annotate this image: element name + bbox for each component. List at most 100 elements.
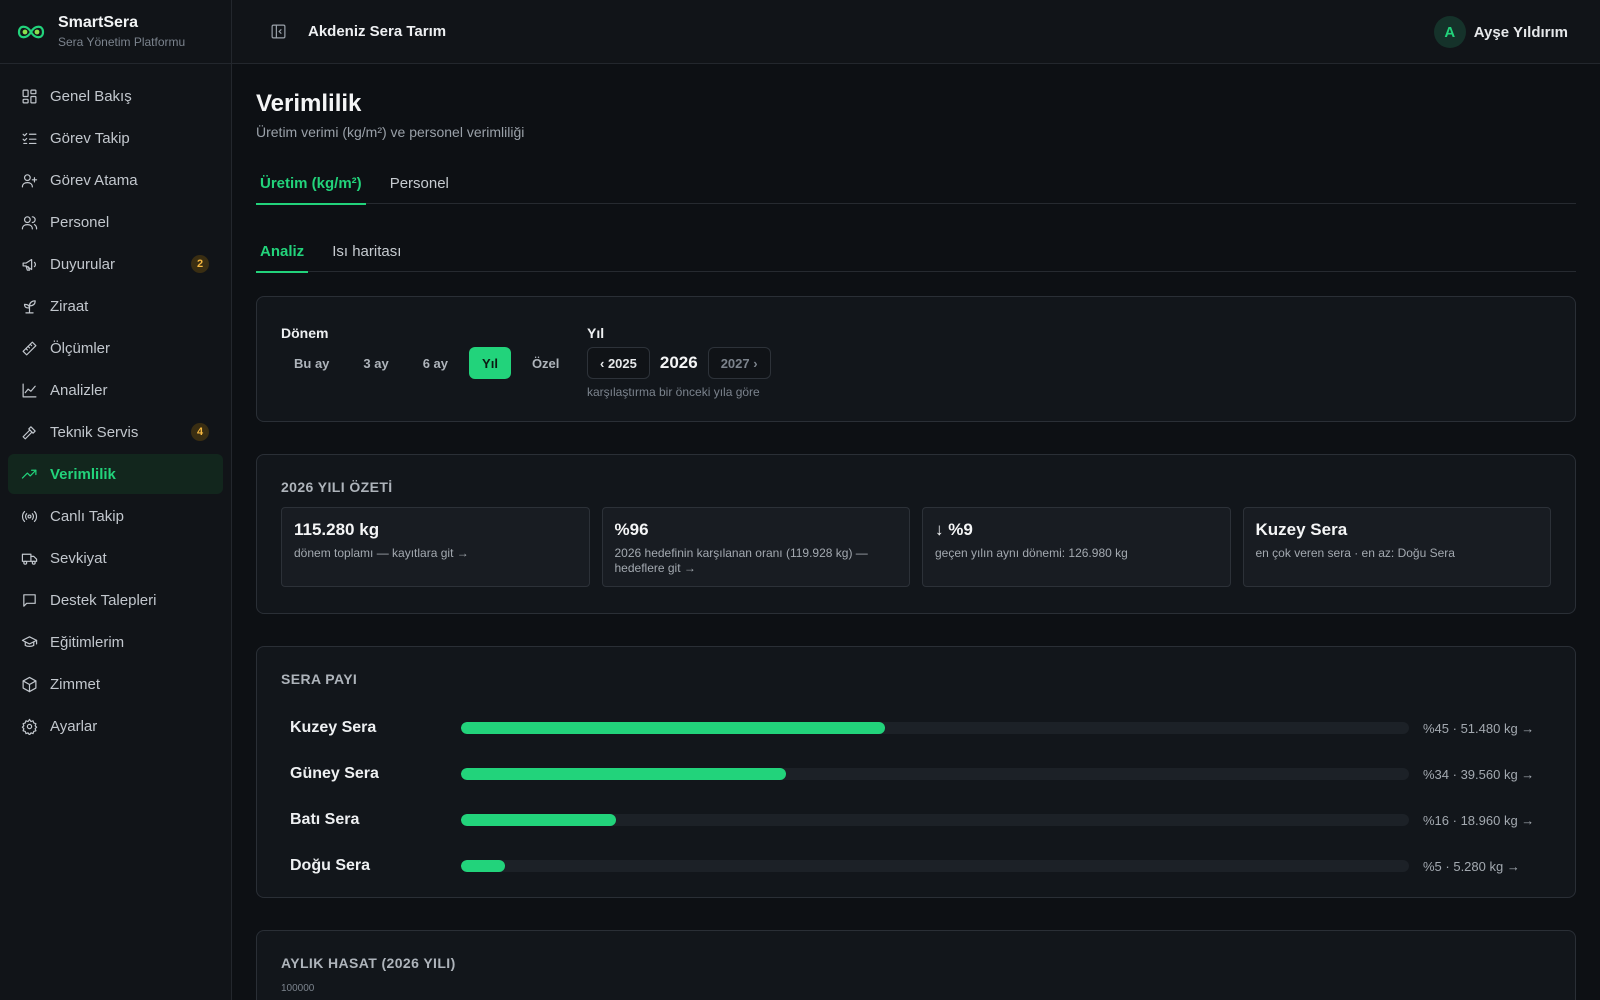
tab-analiz[interactable]: Analiz	[256, 230, 309, 273]
sidebar-item-label: Canlı Takip	[50, 507, 124, 525]
line-chart-icon	[20, 381, 38, 399]
share-name: Doğu Sera	[290, 857, 371, 874]
sidebar-toggle-icon[interactable]	[268, 22, 288, 42]
sidebar-item-gorev-atama[interactable]: Görev Atama	[8, 160, 223, 200]
sidebar-item-analizler[interactable]: Analizler	[8, 370, 223, 410]
main-content: Verimlilik Üretim verimi (kg/m²) ve pers…	[256, 64, 1576, 1000]
sidebar-item-label: Ölçümler	[50, 339, 111, 357]
share-row-dogu[interactable]: Doğu Sera %5 · 5.280 kg →	[281, 843, 1551, 889]
radio-icon	[20, 507, 38, 525]
year-selector: Yıl ‹ 2025 2026 2027 › karşılaştırma bir…	[587, 325, 771, 399]
sidebar-item-zimmet[interactable]: Zimmet	[8, 664, 223, 704]
kpi-top-greenhouse: Kuzey Sera en çok veren sera · en az: Do…	[1242, 507, 1551, 587]
share-row-guney[interactable]: Güney Sera %34 · 39.560 kg →	[281, 751, 1551, 797]
share-track	[461, 768, 1409, 780]
kpi-value: %96	[614, 520, 649, 539]
grid-icon	[20, 87, 38, 105]
sidebar-item-duyurular[interactable]: Duyurular 2	[8, 244, 223, 284]
gear-icon	[20, 717, 38, 735]
sidebar-item-olcumler[interactable]: Ölçümler	[8, 328, 223, 368]
share-track	[461, 722, 1409, 734]
share-value: %34 · 39.560 kg →	[1423, 766, 1535, 782]
kpi-target[interactable]: %96 2026 hedefinin karşılanan oranı (119…	[601, 507, 910, 587]
sidebar-item-ziraat[interactable]: Ziraat	[8, 286, 223, 326]
share-row-bati[interactable]: Batı Sera %16 · 18.960 kg →	[281, 797, 1551, 843]
share-track	[461, 814, 1409, 826]
sidebar-item-egitimlerim[interactable]: Eğitimlerim	[8, 622, 223, 662]
monthly-harvest-card: AYLIK HASAT (2026 YILI) 100000	[256, 930, 1576, 1000]
ruler-icon	[20, 339, 38, 357]
sidebar-item-label: Zimmet	[50, 675, 100, 693]
kpi-total[interactable]: 115.280 kg dönem toplamı — kayıtlara git…	[281, 507, 590, 587]
sidebar-item-label: Ayarlar	[50, 717, 98, 735]
kpi-value: 115.280 kg	[294, 520, 380, 539]
trending-up-icon	[20, 465, 38, 483]
sidebar-item-label: Destek Talepleri	[50, 591, 157, 609]
year-label: Yıl	[587, 325, 605, 341]
truck-icon	[20, 549, 38, 567]
sidebar-item-label: Genel Bakış	[50, 87, 132, 105]
sidebar-item-label: Sevkiyat	[50, 549, 107, 567]
next-year-button[interactable]: 2027 ›	[707, 347, 771, 379]
sidebar-item-ayarlar[interactable]: Ayarlar	[8, 706, 223, 746]
kpi-value: ↓ %9	[935, 520, 973, 539]
period-3-months-button[interactable]: 3 ay	[350, 347, 401, 379]
sidebar-item-verimlilik[interactable]: Verimlilik	[8, 454, 223, 494]
sidebar-item-teknik-servis[interactable]: Teknik Servis 4	[8, 412, 223, 452]
tab-uretim[interactable]: Üretim (kg/m²)	[256, 162, 366, 205]
summary-card: 2026 YILI ÖZETİ 115.280 kg dönem toplamı…	[256, 454, 1576, 614]
share-value: %45 · 51.480 kg →	[1423, 720, 1535, 736]
axis-tick-label: 100000	[281, 983, 315, 994]
summary-title: 2026 YILI ÖZETİ	[281, 479, 393, 495]
share-name: Batı Sera	[290, 811, 360, 828]
sidebar-item-label: Duyurular	[50, 255, 116, 273]
user-plus-icon	[20, 171, 38, 189]
share-fill	[461, 860, 505, 872]
box-icon	[20, 675, 38, 693]
hammer-icon	[20, 423, 38, 441]
period-this-month-button[interactable]: Bu ay	[281, 347, 342, 379]
sidebar: SmartSera Sera Yönetim Platformu Genel B…	[0, 0, 232, 1000]
sidebar-item-label: Personel	[50, 213, 110, 231]
share-name: Kuzey Sera	[290, 719, 377, 736]
kpi-change: ↓ %9 geçen yılın aynı dönemi: 126.980 kg	[922, 507, 1231, 587]
share-value: %16 · 18.960 kg →	[1423, 812, 1535, 828]
greenhouse-share-card: SERA PAYI Kuzey Sera %45 · 51.480 kg → G…	[256, 646, 1576, 898]
sidebar-item-gorev-takip[interactable]: Görev Takip	[8, 118, 223, 158]
sidebar-item-label: Görev Atama	[50, 171, 138, 189]
infinity-leaf-logo-icon	[16, 22, 46, 42]
page-title: Verimlilik	[256, 90, 362, 117]
avatar: A	[1433, 16, 1466, 48]
sidebar-item-sevkiyat[interactable]: Sevkiyat	[8, 538, 223, 578]
sidebar-item-canli-takip[interactable]: Canlı Takip	[8, 496, 223, 536]
period-year-button[interactable]: Yıl	[469, 347, 511, 379]
filter-card: Dönem Bu ay 3 ay 6 ay Yıl Özel Yıl ‹ 202…	[256, 296, 1576, 422]
sidebar-item-destek-talepleri[interactable]: Destek Talepleri	[8, 580, 223, 620]
sidebar-item-personel[interactable]: Personel	[8, 202, 223, 242]
period-custom-button[interactable]: Özel	[519, 347, 572, 379]
notification-badge: 2	[191, 255, 209, 273]
sidebar-item-label: Verimlilik	[50, 465, 116, 483]
brand-name: SmartSera	[58, 14, 139, 31]
year-comparison-note: karşılaştırma bir önceki yıla göre	[587, 385, 760, 399]
kpi-value: Kuzey Sera	[1255, 520, 1348, 539]
topbar: Akdeniz Sera Tarım A Ayşe Yıldırım	[232, 0, 1600, 64]
sidebar-nav: Genel Bakış Görev Takip Görev Atama Pers…	[0, 64, 231, 746]
tab-personel[interactable]: Personel	[386, 162, 453, 204]
share-title: SERA PAYI	[281, 671, 358, 687]
sidebar-item-genel-bakis[interactable]: Genel Bakış	[8, 76, 223, 116]
sprout-icon	[20, 297, 38, 315]
kpi-description: dönem toplamı — kayıtlara git →	[294, 546, 469, 560]
previous-year-button[interactable]: ‹ 2025	[587, 347, 650, 379]
share-fill	[461, 768, 787, 780]
graduation-cap-icon	[20, 633, 38, 651]
tab-isi-haritasi[interactable]: Isı haritası	[328, 230, 405, 272]
sidebar-item-label: Ziraat	[50, 297, 89, 315]
user-menu[interactable]: A Ayşe Yıldırım	[1433, 16, 1568, 48]
share-row-kuzey[interactable]: Kuzey Sera %45 · 51.480 kg →	[281, 705, 1551, 751]
checklist-icon	[20, 129, 38, 147]
sub-tabs: Analiz Isı haritası	[256, 230, 1576, 273]
period-6-months-button[interactable]: 6 ay	[410, 347, 461, 379]
sidebar-item-label: Teknik Servis	[50, 423, 139, 441]
brand[interactable]: SmartSera Sera Yönetim Platformu	[0, 0, 231, 64]
